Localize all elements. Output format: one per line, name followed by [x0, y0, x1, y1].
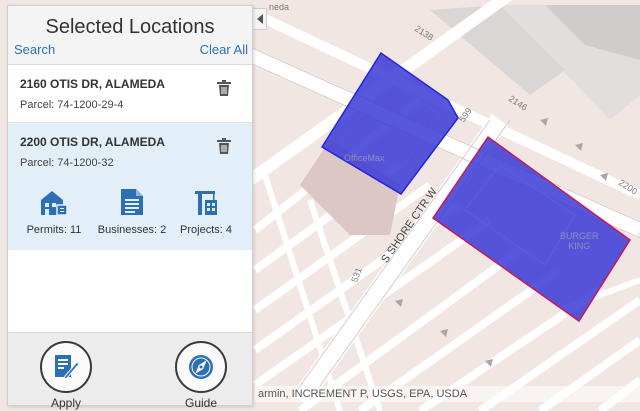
businesses-count: Businesses: 2: [97, 224, 167, 236]
apply-button[interactable]: Apply: [36, 341, 96, 410]
location-list: 2160 OTIS DR, ALAMEDA Parcel: 74-1200-29…: [8, 64, 252, 332]
permits-building-icon: [41, 191, 68, 216]
permits-count: Permits: 11: [26, 224, 82, 236]
poi-label-officemax: OfficeMax: [344, 153, 385, 163]
trash-icon[interactable]: [217, 80, 231, 96]
apply-label: Apply: [50, 396, 82, 410]
poi-label-burger-king: BURGER KING: [560, 231, 599, 251]
guide-button-circle[interactable]: [175, 341, 227, 393]
guide-label: Guide: [184, 396, 218, 410]
trash-icon[interactable]: [217, 138, 231, 154]
businesses-stat[interactable]: Businesses: 2: [96, 188, 168, 236]
panel-title: Selected Locations: [45, 16, 215, 38]
location-item-selected[interactable]: 2200 OTIS DR, ALAMEDA Parcel: 74-1200-32: [8, 123, 252, 250]
location-parcel: Parcel: 74-1200-32: [20, 157, 114, 169]
guide-compass-icon: [189, 355, 213, 379]
projects-stat[interactable]: Projects: 4: [176, 188, 236, 236]
permits-stat[interactable]: Permits: 11: [24, 188, 84, 236]
location-address: 2160 OTIS DR, ALAMEDA: [20, 77, 165, 91]
search-link[interactable]: Search: [14, 42, 55, 57]
clear-all-link[interactable]: Clear All: [200, 42, 248, 57]
location-parcel: Parcel: 74-1200-29-4: [20, 99, 124, 111]
businesses-document-icon: [121, 189, 143, 215]
map-attribution: armin, INCREMENT P, USGS, EPA, USDA: [254, 386, 640, 402]
projects-crane-icon: [195, 191, 217, 215]
panel-footer: Apply Guide: [8, 332, 252, 410]
chevron-left-icon: [256, 14, 263, 24]
selected-locations-panel: Selected Locations Search Clear All 2160…: [7, 5, 253, 410]
apply-form-icon: [55, 355, 80, 380]
location-item[interactable]: 2160 OTIS DR, ALAMEDA Parcel: 74-1200-29…: [8, 65, 252, 123]
collapse-panel-button[interactable]: [253, 8, 267, 30]
apply-button-circle[interactable]: [40, 341, 92, 393]
projects-count: Projects: 4: [180, 224, 232, 236]
guide-button[interactable]: Guide: [171, 341, 231, 410]
map-label-top: neda: [269, 2, 290, 12]
poi-label-burger-king-line2: KING: [568, 241, 591, 251]
poi-label-burger-king-line1: BURGER: [560, 231, 599, 241]
location-address: 2200 OTIS DR, ALAMEDA: [20, 135, 165, 149]
